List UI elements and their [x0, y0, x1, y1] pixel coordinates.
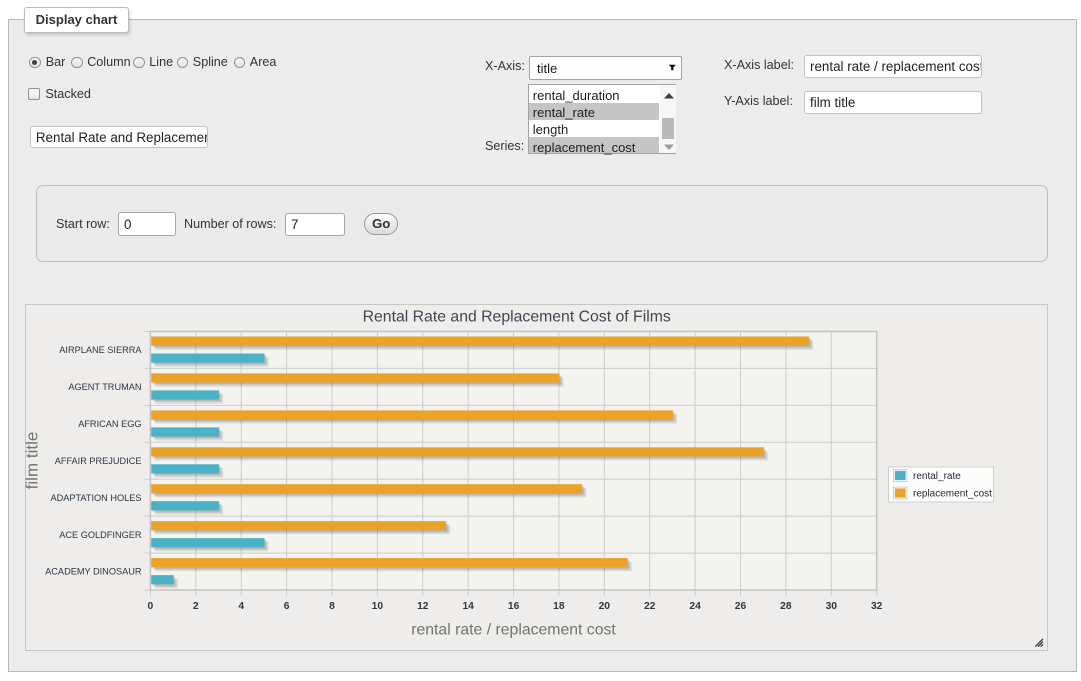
svg-text:Rental Rate and Replacement Co: Rental Rate and Replacement Cost of Film… [363, 309, 671, 326]
svg-text:18: 18 [553, 601, 565, 612]
svg-text:AIRPLANE SIERRA: AIRPLANE SIERRA [59, 345, 142, 355]
svg-text:ACADEMY DINOSAUR: ACADEMY DINOSAUR [45, 567, 142, 577]
svg-text:rental rate / replacement cost: rental rate / replacement cost [411, 622, 616, 639]
svg-text:rental_rate: rental_rate [913, 471, 961, 482]
svg-text:replacement_cost: replacement_cost [913, 488, 992, 499]
svg-text:0: 0 [148, 601, 154, 612]
svg-text:32: 32 [871, 601, 883, 612]
svg-text:6: 6 [284, 601, 290, 612]
svg-text:AFRICAN EGG: AFRICAN EGG [78, 419, 141, 429]
svg-text:ACE GOLDFINGER: ACE GOLDFINGER [59, 530, 142, 540]
svg-text:AGENT TRUMAN: AGENT TRUMAN [68, 382, 141, 392]
svg-text:26: 26 [735, 601, 747, 612]
svg-text:2: 2 [193, 601, 199, 612]
svg-text:28: 28 [780, 601, 792, 612]
svg-text:12: 12 [417, 601, 429, 612]
svg-text:22: 22 [644, 601, 656, 612]
svg-text:8: 8 [329, 601, 335, 612]
svg-text:film title: film title [22, 432, 41, 490]
svg-text:20: 20 [599, 601, 611, 612]
svg-text:16: 16 [508, 601, 520, 612]
svg-text:14: 14 [462, 601, 474, 612]
svg-text:ADAPTATION HOLES: ADAPTATION HOLES [50, 493, 141, 503]
svg-text:30: 30 [826, 601, 838, 612]
svg-text:4: 4 [238, 601, 244, 612]
svg-text:24: 24 [689, 601, 701, 612]
svg-text:10: 10 [372, 601, 384, 612]
svg-text:AFFAIR PREJUDICE: AFFAIR PREJUDICE [55, 456, 142, 466]
